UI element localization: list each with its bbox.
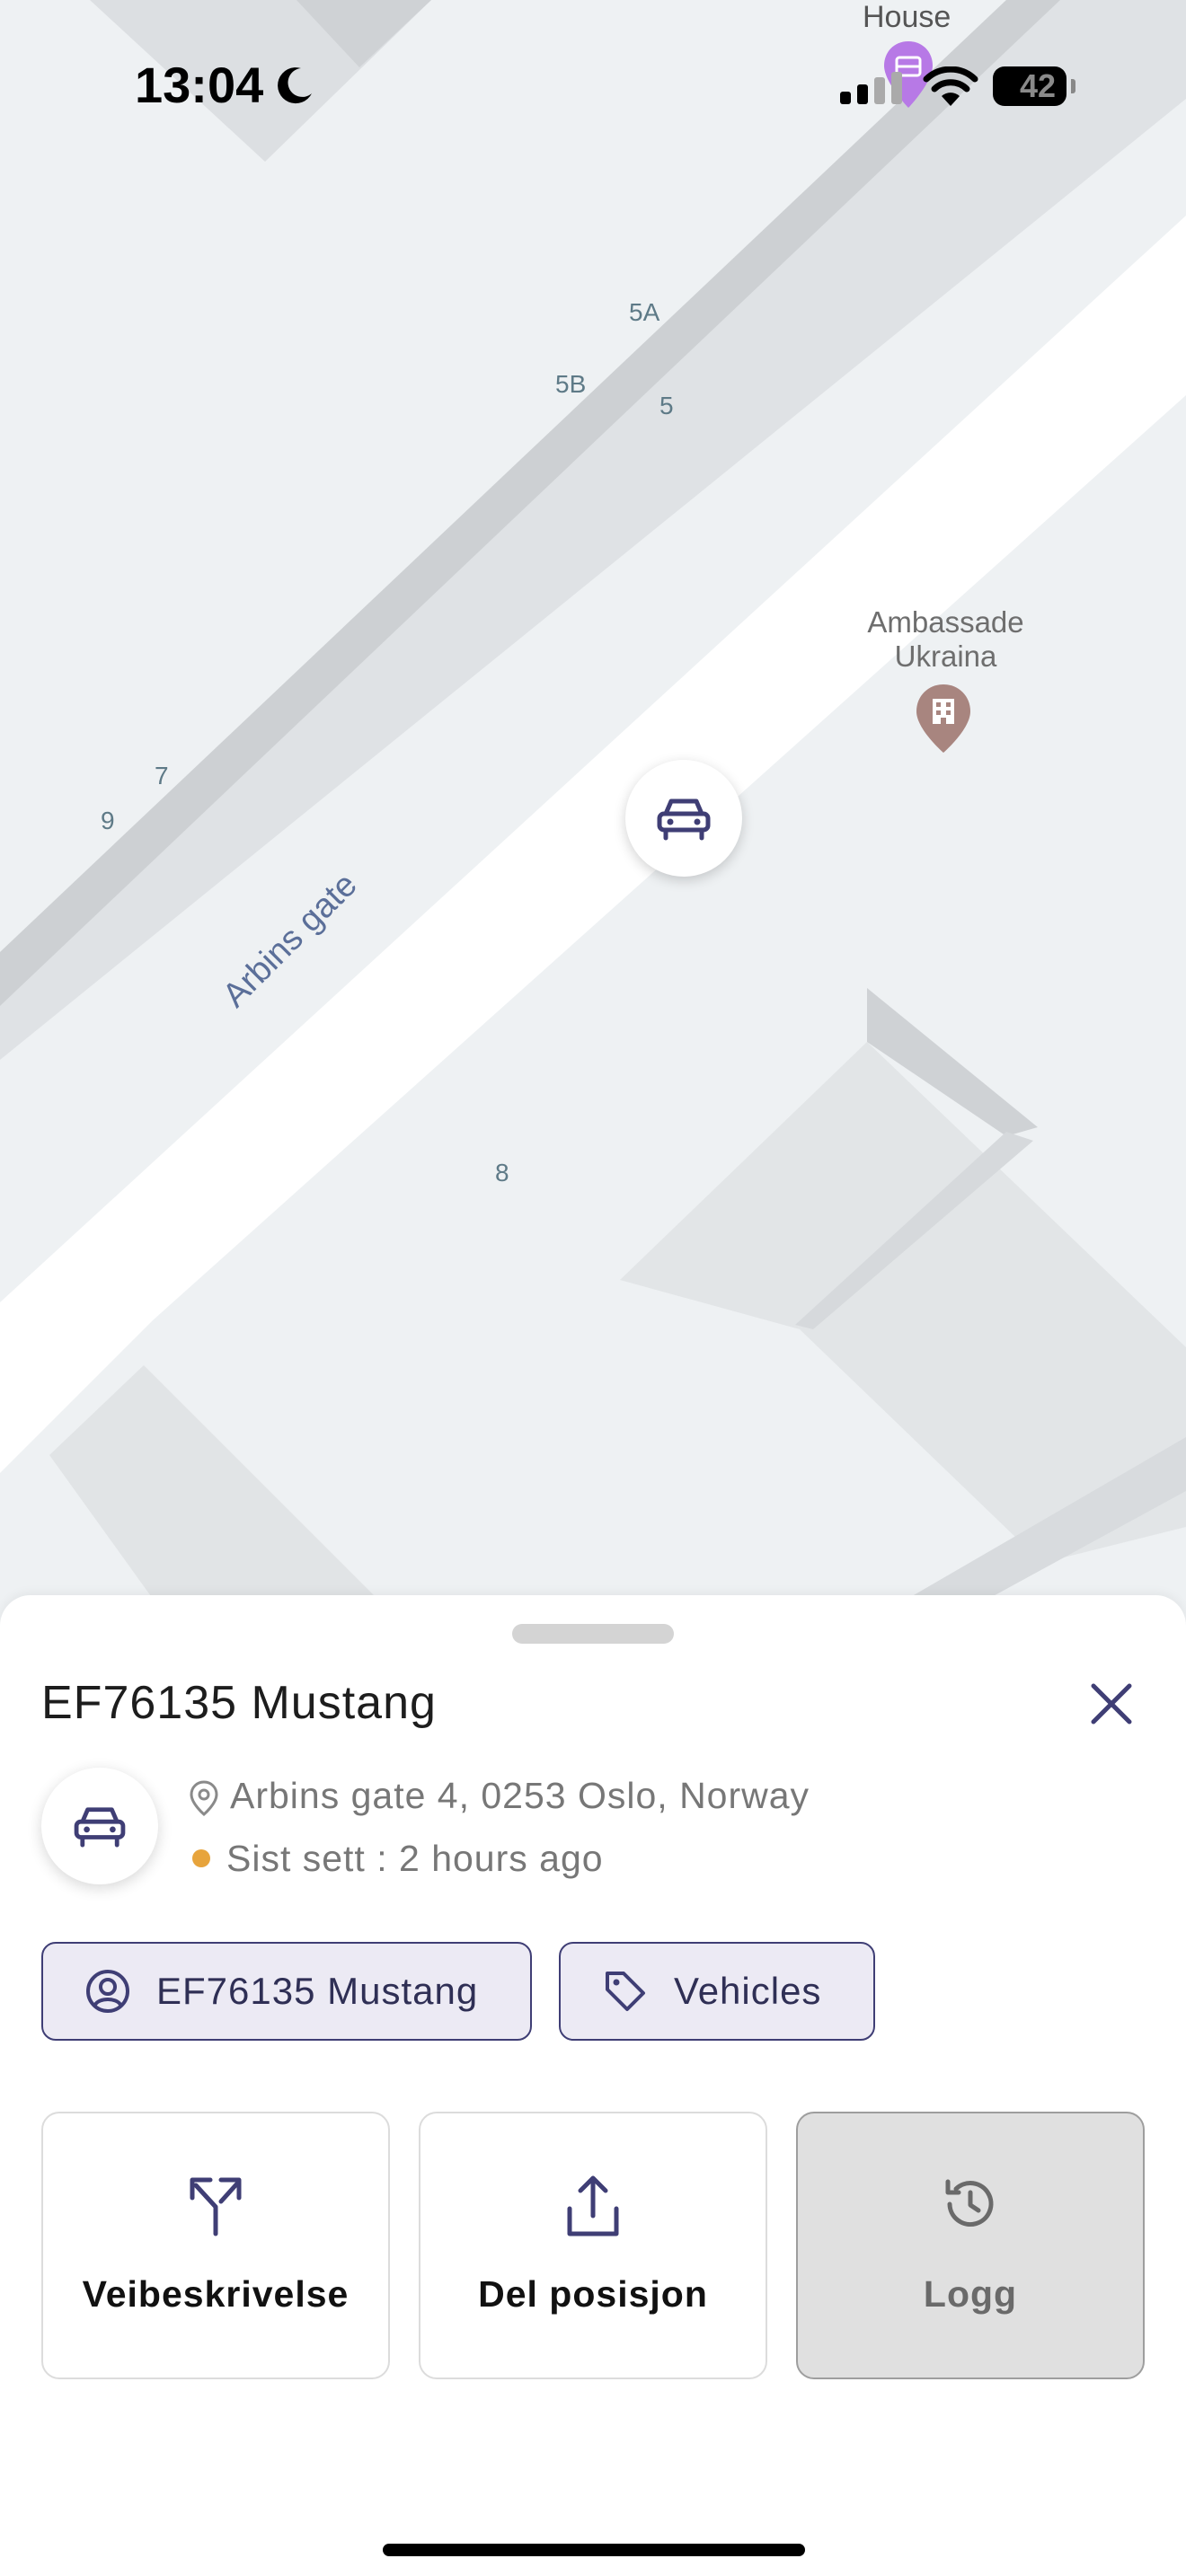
map-view[interactable]: House 5A 5B 5 7 9 8 Ambassade Ukraina Ar…	[0, 0, 1186, 1617]
address-number: 9	[101, 807, 115, 834]
embassy-pin-icon[interactable]	[913, 683, 974, 754]
cellular-signal-icon	[840, 72, 902, 104]
directions-button[interactable]: Veibeskrivelse	[41, 2112, 390, 2379]
address-number: 5B	[555, 370, 587, 398]
vehicle-location-marker[interactable]	[625, 760, 742, 877]
status-bar: 13:04 42	[0, 0, 1186, 171]
vehicle-title: EF76135 Mustang	[41, 1677, 437, 1729]
wifi-icon	[923, 66, 978, 106]
close-icon[interactable]	[1087, 1680, 1136, 1728]
last-seen: Sist sett : 2 hours ago	[192, 1838, 604, 1880]
map-background	[0, 0, 1186, 1617]
location-pin-icon	[190, 1780, 218, 1817]
home-indicator[interactable]	[383, 2544, 805, 2556]
car-icon	[74, 1807, 126, 1848]
tag-icon	[606, 1972, 645, 2011]
vehicle-name-chip[interactable]: EF76135 Mustang	[41, 1942, 532, 2041]
status-time: 13:04	[135, 57, 264, 113]
history-icon	[945, 2179, 994, 2228]
vehicle-detail-sheet: EF76135 Mustang Arbins gate 4, 0253 Oslo…	[0, 1595, 1186, 2576]
moon-icon	[278, 67, 312, 104]
directions-split-icon	[190, 2177, 242, 2236]
car-icon	[657, 798, 711, 841]
vehicle-group-chip[interactable]: Vehicles	[559, 1942, 875, 2041]
share-location-button[interactable]: Del posisjon	[419, 2112, 767, 2379]
status-dot	[192, 1849, 210, 1868]
share-icon	[567, 2175, 619, 2236]
vehicle-avatar	[41, 1768, 158, 1884]
log-button[interactable]: Logg	[796, 2112, 1145, 2379]
user-circle-icon	[86, 1970, 129, 2013]
address-number: 5	[659, 392, 674, 419]
vehicle-address: Arbins gate 4, 0253 Oslo, Norway	[189, 1775, 810, 1817]
address-number: 8	[495, 1159, 509, 1187]
sheet-drag-handle[interactable]	[512, 1624, 674, 1644]
address-number: 7	[155, 762, 169, 790]
address-number: 5A	[629, 298, 660, 326]
battery-indicator: 42	[993, 66, 1075, 106]
poi-label: Ambassade Ukraina	[867, 605, 1024, 673]
